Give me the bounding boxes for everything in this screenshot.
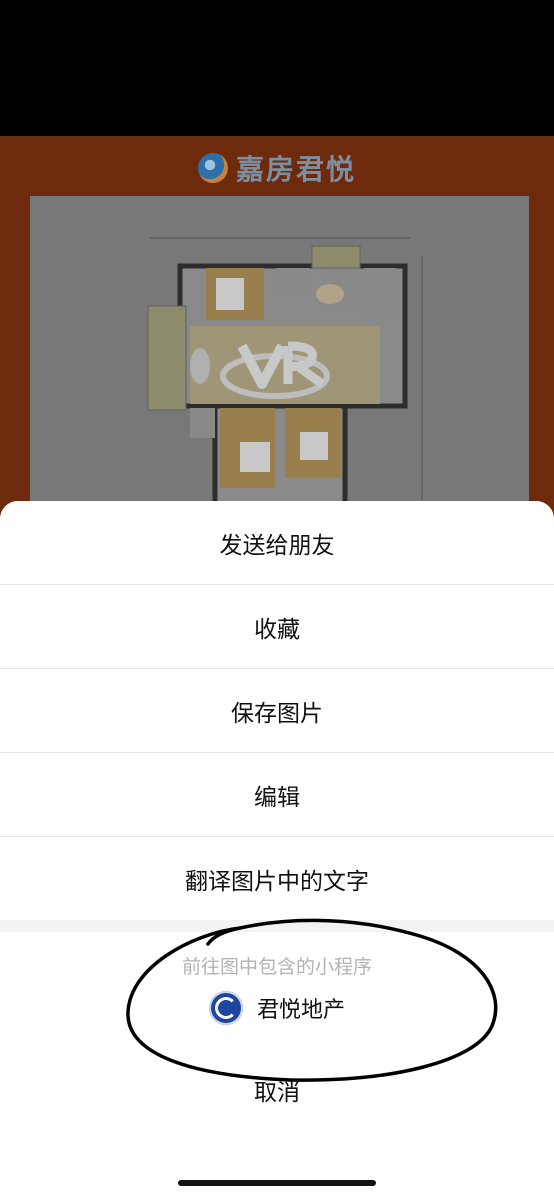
image-brand-header: 嘉房君悦 bbox=[0, 148, 554, 188]
balcony-a bbox=[147, 305, 187, 411]
home-indicator bbox=[178, 1180, 376, 1186]
send-to-friend-button[interactable]: 发送给朋友 bbox=[0, 501, 554, 585]
room-kitchen bbox=[364, 268, 396, 318]
action-sheet: 发送给朋友 收藏 保存图片 编辑 翻译图片中的文字 前往图中包含的小程序 君悦地… bbox=[0, 501, 554, 1200]
room-bathroom-a bbox=[190, 408, 215, 438]
bed-master bbox=[240, 442, 270, 472]
mini-program-title: 前往图中包含的小程序 bbox=[181, 955, 372, 978]
bed-c bbox=[216, 278, 244, 310]
translate-text-button[interactable]: 翻译图片中的文字 bbox=[0, 837, 554, 920]
jun-yue-logo-icon bbox=[208, 990, 243, 1025]
top-black-bar bbox=[0, 0, 554, 136]
balcony-b bbox=[311, 245, 361, 269]
mini-program-name: 君悦地产 bbox=[256, 997, 345, 1023]
sofa bbox=[190, 348, 210, 384]
brand-logo-icon bbox=[197, 153, 228, 183]
bed-a bbox=[300, 432, 328, 460]
room-bathroom-b bbox=[276, 268, 310, 296]
dining-table bbox=[316, 284, 344, 304]
favorite-button[interactable]: 收藏 bbox=[0, 585, 554, 669]
cancel-button[interactable]: 取消 bbox=[0, 1048, 554, 1131]
mini-program-entry[interactable]: 君悦地产 bbox=[208, 990, 345, 1025]
save-image-button[interactable]: 保存图片 bbox=[0, 669, 554, 753]
brand-name: 嘉房君悦 bbox=[235, 153, 356, 186]
section-divider bbox=[0, 920, 554, 932]
mini-program-section[interactable]: 前往图中包含的小程序 君悦地产 bbox=[0, 932, 554, 1054]
floor-plan-sheet bbox=[30, 196, 529, 516]
edit-button[interactable]: 编辑 bbox=[0, 753, 554, 837]
floor-plan-drawing bbox=[30, 196, 529, 516]
floor-plan-image[interactable]: 嘉房君悦 bbox=[0, 136, 554, 516]
